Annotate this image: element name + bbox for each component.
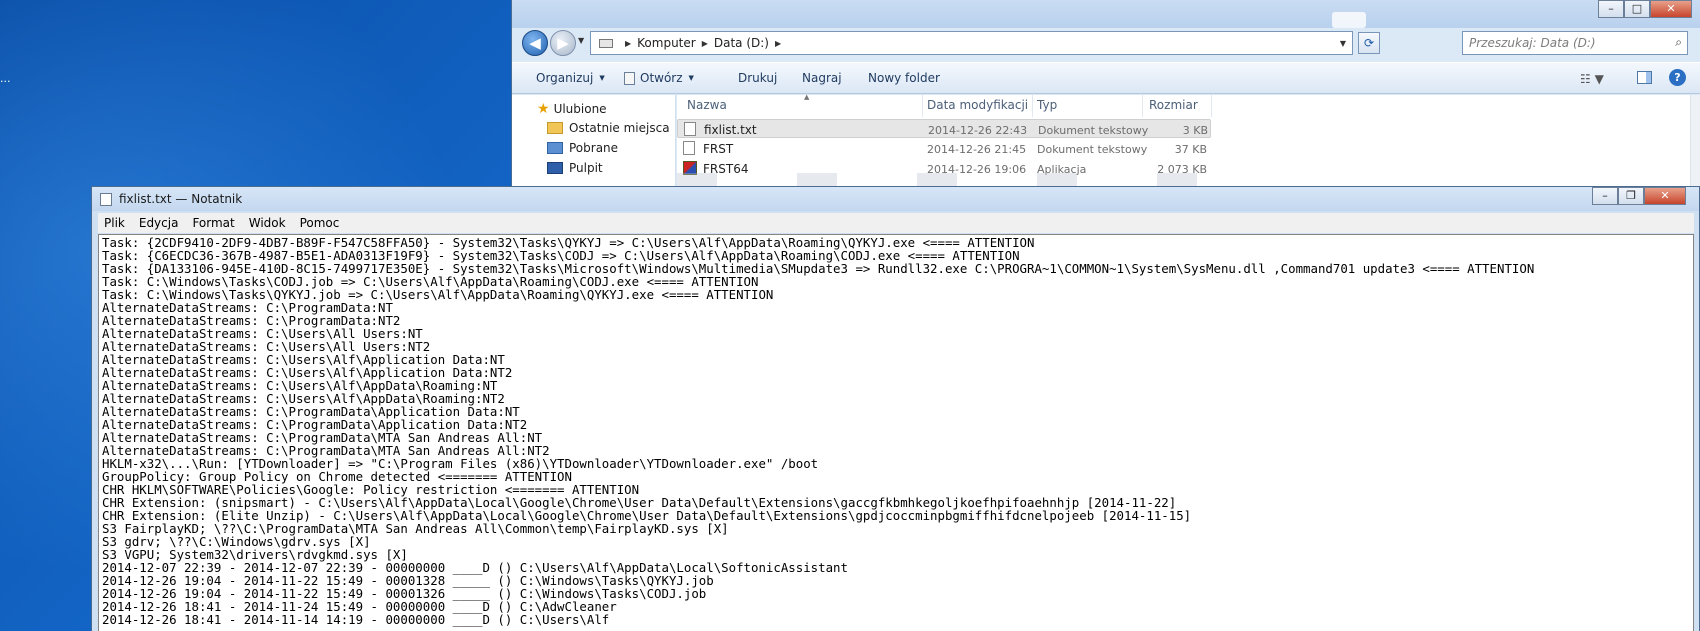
search-placeholder: Przeszukaj: Data (D:) [1469, 36, 1596, 50]
file-name: FRST [703, 142, 734, 156]
nav-item-favorites[interactable]: ★ Ulubione [537, 101, 607, 117]
menu-edit[interactable]: Edycja [133, 216, 187, 230]
minimize-button[interactable]: – [1592, 187, 1618, 205]
open-button[interactable]: Otwórz ▼ [624, 71, 694, 85]
maximize-button[interactable]: □ [1624, 0, 1650, 18]
navigation-pane: ★ Ulubione Ostatnie miejsca Pobrane Pulp… [512, 95, 676, 200]
file-size: 37 KB [1174, 143, 1207, 156]
close-button[interactable]: ✕ [1650, 0, 1692, 18]
breadcrumb-computer[interactable]: Komputer [637, 36, 696, 50]
document-icon [624, 71, 635, 85]
preview-pane-icon[interactable] [1637, 71, 1652, 84]
address-bar[interactable]: ▶ Komputer ▶ Data (D:) ▶ ▼ [590, 31, 1353, 55]
change-view-icon[interactable]: ☷ ▼ [1580, 72, 1604, 86]
nav-item-recent[interactable]: Ostatnie miejsca [547, 121, 670, 135]
desktop-icon [547, 162, 563, 174]
chevron-right-icon[interactable]: ▶ [702, 39, 708, 48]
chevron-right-icon[interactable]: ▶ [625, 39, 631, 48]
desktop-icon-label: ... [0, 72, 11, 85]
nav-favorites-label: Ulubione [553, 102, 607, 116]
column-header-name[interactable]: Nazwa [687, 98, 727, 112]
print-button[interactable]: Drukuj [738, 71, 777, 85]
text-file-icon [683, 141, 695, 155]
column-divider[interactable] [1142, 95, 1143, 117]
chevron-right-icon[interactable]: ▶ [775, 39, 781, 48]
title-bar-reflection [1332, 12, 1366, 28]
nav-item-downloads[interactable]: Pobrane [547, 141, 618, 155]
column-divider[interactable] [1211, 95, 1212, 117]
notepad-window: fixlist.txt — Notatnik – ❐ ✕ Plik Edycja… [91, 186, 1700, 631]
notepad-title-bar[interactable]: fixlist.txt — Notatnik – ❐ ✕ [92, 187, 1699, 211]
recent-pages-dropdown[interactable]: ▼ [578, 36, 584, 45]
organize-label: Organizuj [536, 71, 594, 85]
forward-button[interactable]: ▶ [550, 30, 576, 56]
menu-help[interactable]: Pomoc [294, 216, 348, 230]
column-header-modified[interactable]: Data modyfikacji [927, 98, 1028, 112]
column-header-type[interactable]: Typ [1037, 98, 1057, 112]
explorer-window: – □ ✕ ◀ ▶ ▼ ▶ Komputer ▶ Data (D:) ▶ ▼ ⟳… [511, 0, 1700, 200]
notepad-window-controls: – ❐ ✕ [1592, 187, 1686, 205]
downloads-icon [547, 142, 563, 154]
file-modified: 2014-12-26 22:43 [928, 124, 1028, 137]
menu-file[interactable]: Plik [98, 216, 133, 230]
text-editor-area[interactable]: Task: {2CDF9410-2DF9-4DB7-B89F-F547C58FF… [98, 234, 1694, 631]
command-bar: Organizuj ▼ Otwórz ▼ Drukuj Nagraj Nowy … [512, 62, 1700, 94]
burn-label: Nagraj [802, 71, 842, 85]
explorer-scrollbar[interactable] [1690, 95, 1700, 200]
notepad-icon[interactable] [100, 193, 112, 206]
file-row[interactable]: fixlist.txt 2014-12-26 22:43 Dokument te… [677, 119, 1211, 138]
menu-bar: Plik Edycja Format Widok Pomoc [98, 213, 1694, 233]
file-name: fixlist.txt [704, 123, 757, 137]
breadcrumb-data-drive[interactable]: Data (D:) [714, 36, 769, 50]
sort-ascending-icon: ▲ [804, 93, 810, 101]
column-divider[interactable] [922, 95, 923, 117]
menu-format[interactable]: Format [186, 216, 242, 230]
nav-desktop-label: Pulpit [569, 161, 603, 175]
open-label: Otwórz [640, 71, 683, 85]
drive-icon [599, 38, 613, 48]
refresh-button[interactable]: ⟳ [1358, 32, 1380, 54]
chevron-down-icon: ▼ [599, 74, 605, 82]
nav-downloads-label: Pobrane [569, 141, 619, 155]
navigation-bar: ◀ ▶ ▼ ▶ Komputer ▶ Data (D:) ▶ ▼ ⟳ Przes… [512, 28, 1700, 60]
new-folder-button[interactable]: Nowy folder [868, 71, 940, 85]
burn-button[interactable]: Nagraj [802, 71, 842, 85]
notepad-title: fixlist.txt — Notatnik [119, 192, 243, 206]
nav-recent-label: Ostatnie miejsca [569, 121, 670, 135]
help-icon[interactable]: ? [1669, 69, 1686, 86]
back-button[interactable]: ◀ [522, 30, 548, 56]
chevron-down-icon: ▼ [688, 74, 694, 82]
text-line: 2014-12-26 18:41 - 2014-11-14 14:19 - 00… [102, 612, 610, 627]
search-icon[interactable]: ⌕ [1675, 35, 1682, 50]
address-dropdown-icon[interactable]: ▼ [1340, 39, 1346, 48]
file-list: Nazwa ▲ Data modyfikacji Typ Rozmiar fix… [677, 93, 1700, 200]
explorer-window-controls: – □ ✕ [1598, 0, 1692, 18]
explorer-title-bar[interactable]: – □ ✕ [512, 0, 1700, 28]
column-divider[interactable] [1032, 95, 1033, 117]
recent-places-icon [547, 122, 563, 134]
nav-item-desktop[interactable]: Pulpit [547, 161, 603, 175]
column-header-size[interactable]: Rozmiar [1149, 98, 1198, 112]
close-button[interactable]: ✕ [1644, 187, 1686, 205]
print-label: Drukuj [738, 71, 778, 85]
file-size: 3 KB [1182, 124, 1208, 137]
search-input[interactable]: Przeszukaj: Data (D:) ⌕ [1462, 31, 1688, 55]
file-row[interactable]: FRST 2014-12-26 21:45 Dokument tekstowy … [677, 139, 1211, 158]
menu-view[interactable]: Widok [243, 216, 294, 230]
star-icon: ★ [537, 101, 550, 117]
file-modified: 2014-12-26 21:45 [927, 143, 1027, 156]
restore-button[interactable]: ❐ [1618, 187, 1644, 205]
minimize-button[interactable]: – [1598, 0, 1624, 18]
text-file-icon [684, 122, 696, 136]
new-folder-label: Nowy folder [868, 71, 940, 85]
organize-button[interactable]: Organizuj ▼ [536, 71, 605, 85]
